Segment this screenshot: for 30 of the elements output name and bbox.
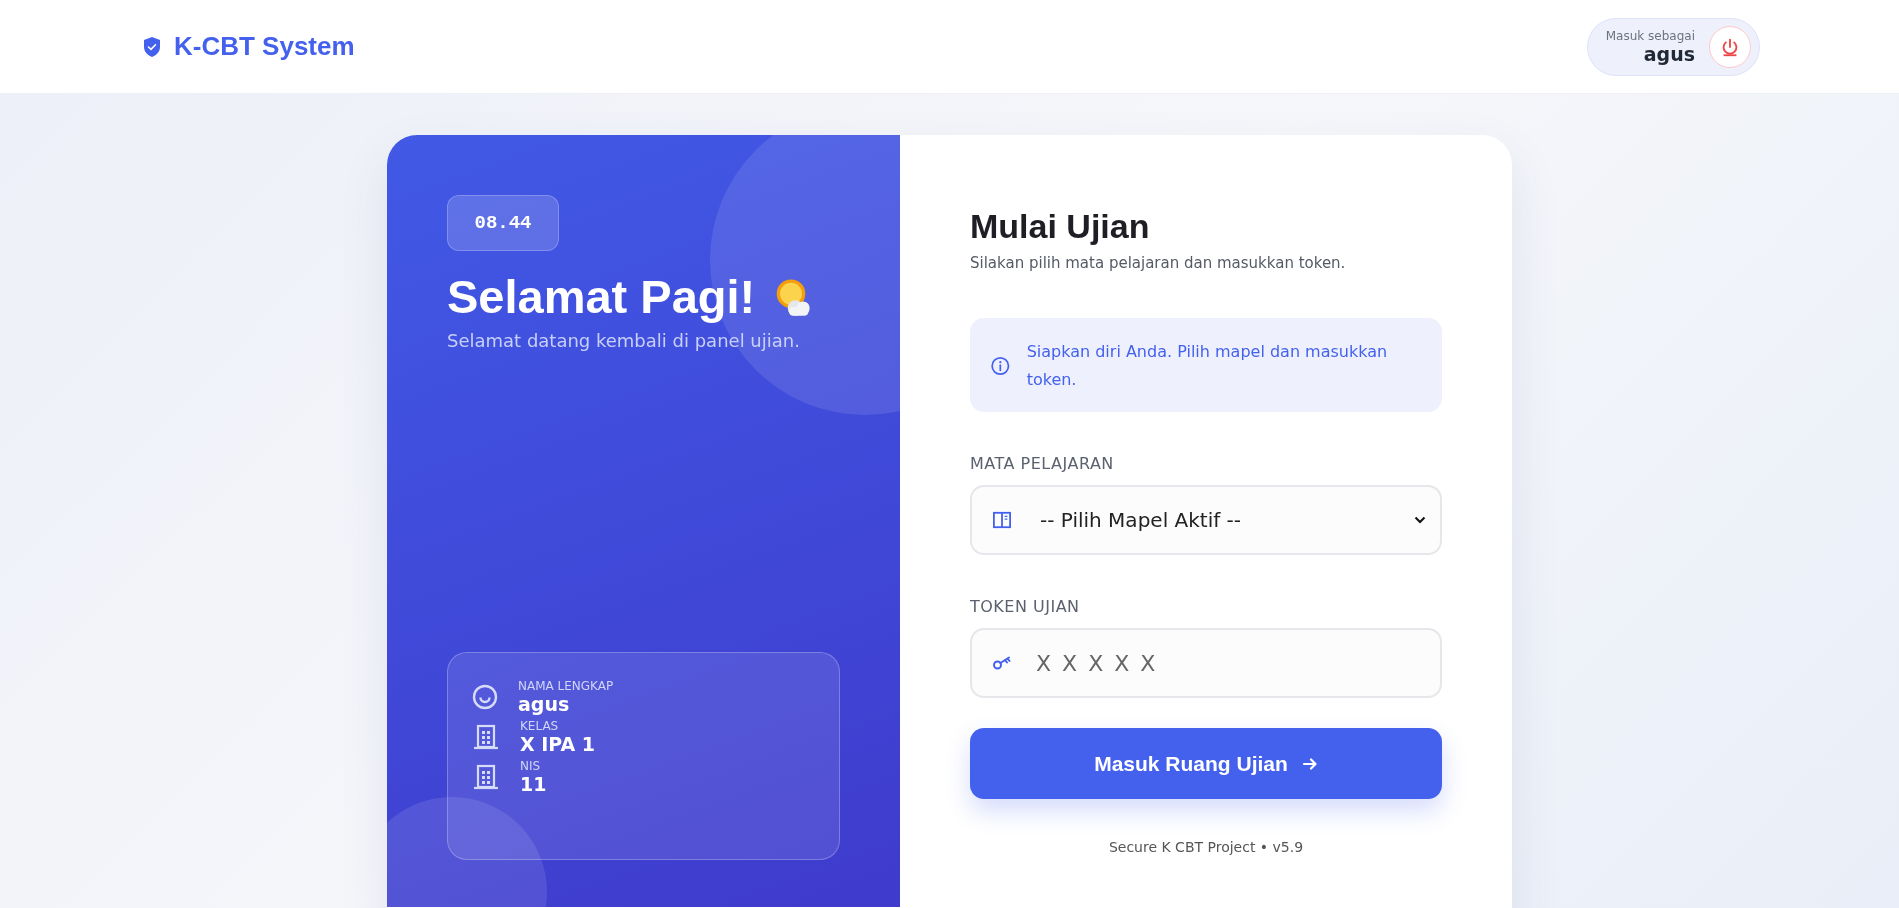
profile-label: KELAS [520,719,560,733]
field-label: TOKEN UJIAN [970,597,1081,616]
profile-label: NIS [520,759,542,773]
user-name: agus [1643,42,1695,65]
building-icon [472,763,500,791]
profile-value: X IPA 1 [520,733,596,755]
profile-label: NAMA LENGKAP [518,679,614,693]
form-subtitle: Silakan pilih mata pelajaran dan masukkan token. [970,254,1347,272]
footer-text: Secure K CBT Project • v5.9 [1107,839,1305,855]
greeting-title: Selamat Pagi! [447,269,756,324]
user-label: Masuk sebagai [1605,28,1695,43]
key-icon [992,655,1012,671]
info-icon [990,355,1011,377]
subject-select[interactable]: -- Pilih Mapel Aktif -- [970,485,1442,555]
shield-check-icon [142,35,162,58]
token-field[interactable]: X X X X X [970,628,1442,698]
brand-name: K-CBT System [174,31,355,62]
profile-value: agus [518,693,571,715]
book-icon [992,511,1012,529]
logout-button[interactable] [1709,25,1751,68]
building-icon [472,723,500,751]
profile-value: 11 [520,773,547,795]
smiley-icon [472,684,498,710]
form-title: Mulai Ujian [970,207,1151,246]
welcome-subtitle: Selamat datang kembali di panel ujian. [447,330,801,351]
chevron-down-icon [1414,516,1426,524]
clock-display: 08.44 [447,195,559,251]
notice-text: Siapkan diri Anda. Pilih mapel dan masukkan token. [1026,341,1389,391]
field-label: MATA PELAJARAN [970,454,1115,473]
submit-button[interactable]: Masuk Ruang Ujian [970,728,1442,799]
